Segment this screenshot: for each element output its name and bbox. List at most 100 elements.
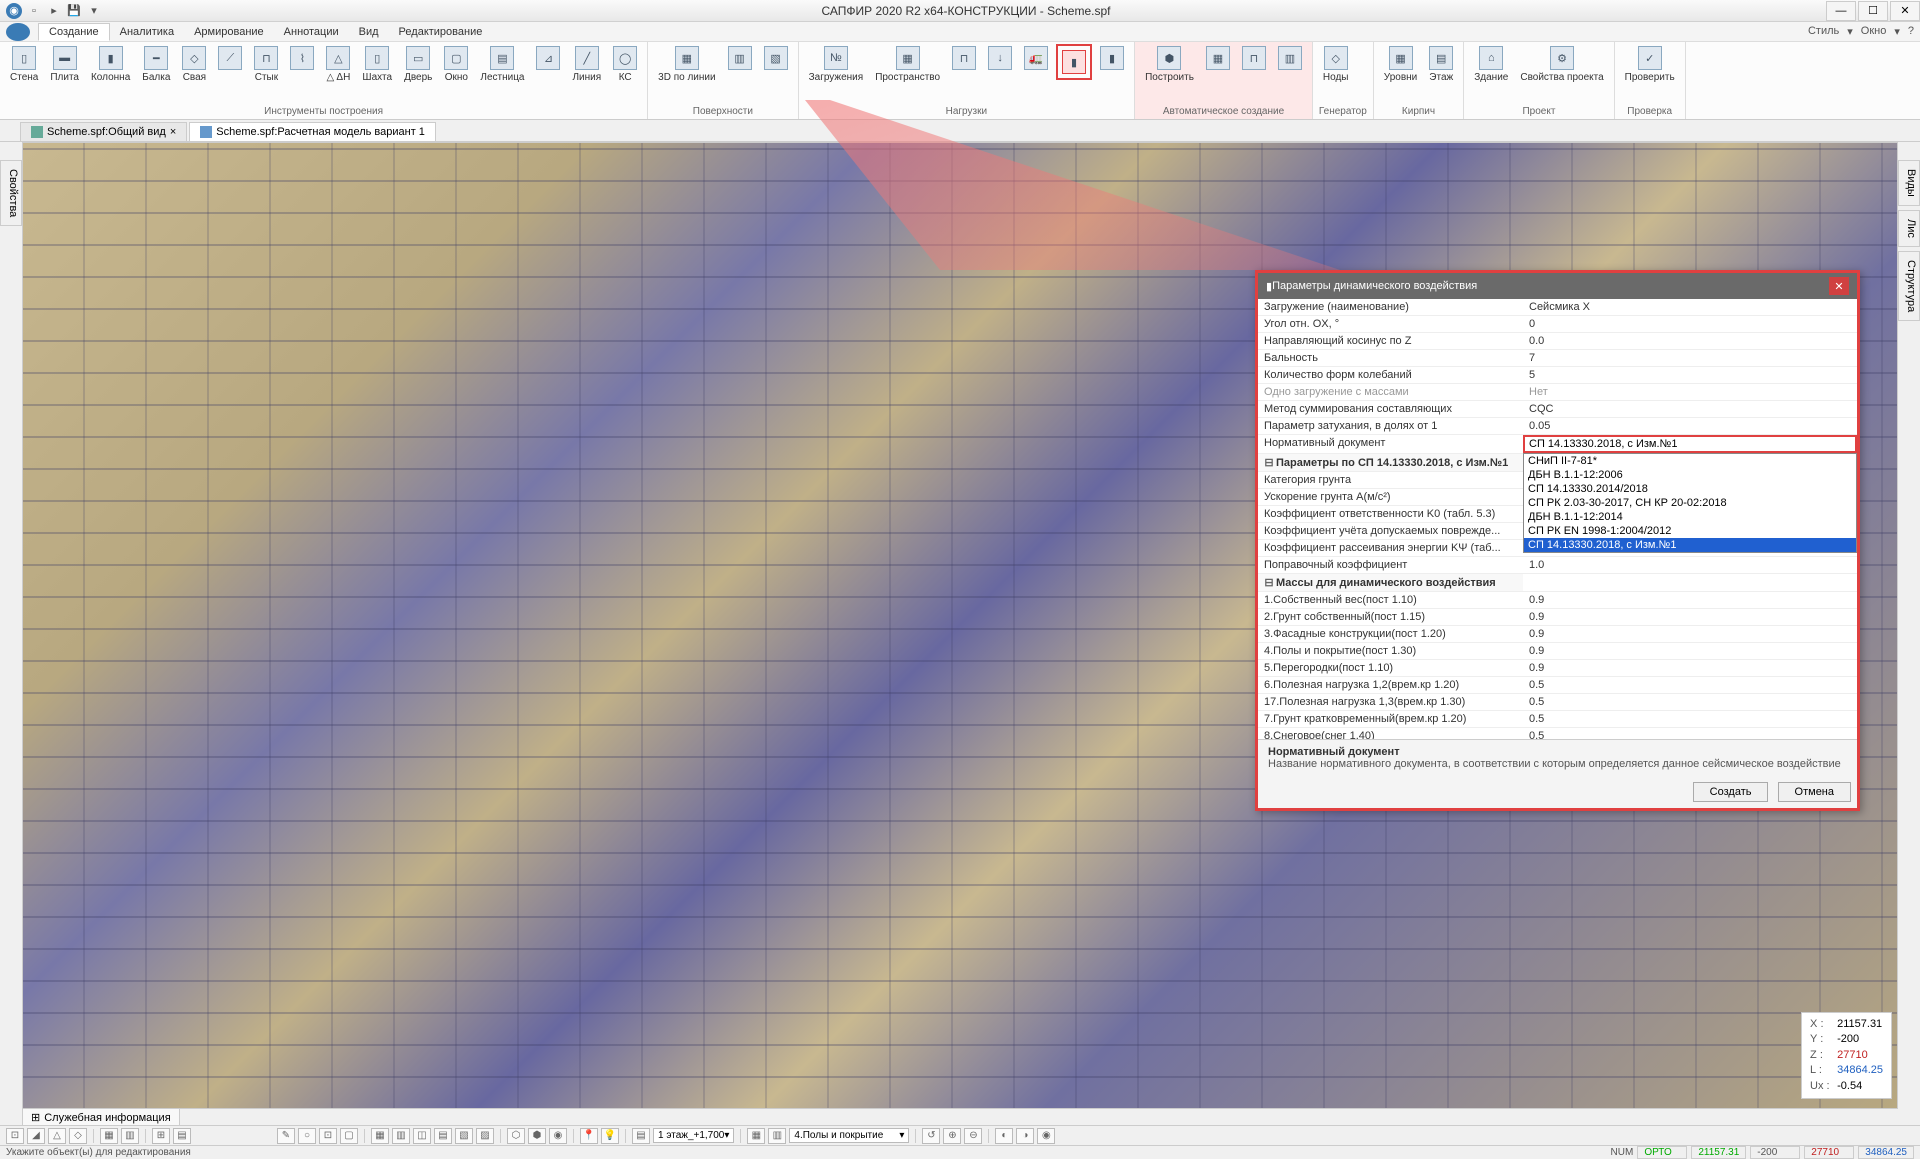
status-orto[interactable]: ОРТО xyxy=(1637,1146,1687,1159)
snap-tool-2[interactable]: ◢ xyxy=(27,1128,45,1144)
loads-no-button[interactable]: №Загружения xyxy=(805,44,868,85)
combo-option[interactable]: ДБН В.1.1-12:2014 xyxy=(1524,510,1856,524)
auto-tool-3[interactable]: ⊓ xyxy=(1238,44,1270,72)
check-button[interactable]: ✓Проверить xyxy=(1621,44,1679,85)
menu-style[interactable]: Стиль xyxy=(1808,25,1839,38)
chevron-down-icon[interactable]: ▾ xyxy=(1894,25,1900,38)
nav-tool-2[interactable]: ⊕ xyxy=(943,1128,961,1144)
build-tool-8[interactable]: △△ ΔН xyxy=(322,44,354,85)
view-tool-3[interactable]: ◫ xyxy=(413,1128,431,1144)
param-value[interactable]: 0.9 xyxy=(1523,643,1857,659)
draw-tool-1[interactable]: ✎ xyxy=(277,1128,295,1144)
view-tool-4[interactable]: ▤ xyxy=(434,1128,452,1144)
create-button[interactable]: Создать xyxy=(1693,782,1769,802)
floor-button[interactable]: ▤Этаж xyxy=(1425,44,1457,85)
nav-tool-3[interactable]: ⊖ xyxy=(964,1128,982,1144)
nav-tool-5[interactable]: ◑ xyxy=(1016,1128,1034,1144)
snap-tool-5[interactable]: ▦ xyxy=(100,1128,118,1144)
build-tool-9[interactable]: ▯Шахта xyxy=(358,44,396,85)
menu-help[interactable]: ? xyxy=(1908,25,1914,38)
doctab-calc-model[interactable]: Scheme.spf:Расчетная модель вариант 1 xyxy=(189,122,436,141)
surf-tool-3[interactable]: ▧ xyxy=(760,44,792,72)
nav-tool-4[interactable]: ◐ xyxy=(995,1128,1013,1144)
side-panel-views[interactable]: Виды xyxy=(1898,160,1920,206)
build-tool-1[interactable]: ▬Плита xyxy=(46,44,83,85)
project-props-button[interactable]: ⚙Свойства проекта xyxy=(1516,44,1607,85)
chevron-down-icon[interactable]: ▾ xyxy=(1847,25,1853,38)
param-value[interactable]: 0.0 xyxy=(1523,333,1857,349)
tab-annotations[interactable]: Аннотации xyxy=(274,24,349,40)
param-value[interactable]: 0.5 xyxy=(1523,677,1857,693)
mode-tool-3[interactable]: ◉ xyxy=(549,1128,567,1144)
marker-tool[interactable]: 📍 xyxy=(580,1128,598,1144)
build-tool-5[interactable]: ⟋ xyxy=(214,44,246,72)
combo-option[interactable]: ДБН В.1.1-12:2006 xyxy=(1524,468,1856,482)
param-value[interactable]: 0.5 xyxy=(1523,711,1857,727)
dialog-titlebar[interactable]: ▮ Параметры динамического воздействия ✕ xyxy=(1258,273,1857,299)
layer-tool-1[interactable]: ▦ xyxy=(747,1128,765,1144)
dialog-close-button[interactable]: ✕ xyxy=(1829,277,1849,295)
build-tool-7[interactable]: ⌇ xyxy=(286,44,318,72)
new-icon[interactable]: ▫ xyxy=(26,3,42,19)
side-panel-sheets[interactable]: Лис xyxy=(1898,210,1920,247)
build-tool-0[interactable]: ▯Стена xyxy=(6,44,42,85)
param-value[interactable]: 1.0 xyxy=(1523,557,1857,573)
nav-tool-1[interactable]: ↺ xyxy=(922,1128,940,1144)
param-value[interactable]: CQC xyxy=(1523,401,1857,417)
build-tool-14[interactable]: ╱Линия xyxy=(568,44,605,85)
build-tool-4[interactable]: ◇Свая xyxy=(178,44,210,85)
param-value[interactable]: 0.9 xyxy=(1523,592,1857,608)
view-tool-6[interactable]: ▨ xyxy=(476,1128,494,1144)
light-tool[interactable]: 💡 xyxy=(601,1128,619,1144)
param-value[interactable]: 0.5 xyxy=(1523,728,1857,739)
seismic-button[interactable]: ▮ xyxy=(1056,44,1092,80)
param-value[interactable]: Сейсмика X xyxy=(1523,299,1857,315)
floor-nav-icon[interactable]: ▤ xyxy=(632,1128,650,1144)
mode-tool-1[interactable]: ⬡ xyxy=(507,1128,525,1144)
combo-option[interactable]: СП РК EN 1998-1:2004/2012 xyxy=(1524,524,1856,538)
snap-tool-3[interactable]: △ xyxy=(48,1128,66,1144)
param-value[interactable]: 0.9 xyxy=(1523,660,1857,676)
param-value[interactable]: 0.5 xyxy=(1523,694,1857,710)
loads-tool-4[interactable]: ↓ xyxy=(984,44,1016,72)
tab-reinforce[interactable]: Армирование xyxy=(184,24,274,40)
maximize-button[interactable]: ☐ xyxy=(1858,1,1888,21)
side-panel-properties[interactable]: Свойства xyxy=(0,160,22,226)
build-tool-2[interactable]: ▮Колонна xyxy=(87,44,134,85)
build-tool-3[interactable]: ━Балка xyxy=(138,44,174,85)
build-tool-12[interactable]: ▤Лестница xyxy=(476,44,528,85)
build-tool-6[interactable]: ⊓Стык xyxy=(250,44,282,85)
tab-close-icon[interactable]: × xyxy=(170,126,176,138)
view-tool-2[interactable]: ▥ xyxy=(392,1128,410,1144)
building-button[interactable]: ⌂Здание xyxy=(1470,44,1512,85)
nodes-button[interactable]: ◇Ноды xyxy=(1319,44,1353,85)
3d-line-button[interactable]: ▦3D по линии xyxy=(654,44,719,85)
combo-option[interactable]: СП 14.13330.2018, с Изм.№1 xyxy=(1524,538,1856,552)
save-icon[interactable]: 💾 xyxy=(66,3,82,19)
combo-option[interactable]: СП 14.13330.2014/2018 xyxy=(1524,482,1856,496)
tab-create[interactable]: Создание xyxy=(38,23,110,41)
combo-option[interactable]: СП РК 2.03-30-2017, СН КР 20-02:2018 xyxy=(1524,496,1856,510)
view-tool-5[interactable]: ▧ xyxy=(455,1128,473,1144)
build-tool-15[interactable]: ◯КС xyxy=(609,44,641,85)
snap-tool-6[interactable]: ▥ xyxy=(121,1128,139,1144)
build-tool-10[interactable]: ▭Дверь xyxy=(400,44,436,85)
expand-icon[interactable]: ⊞ xyxy=(31,1111,40,1124)
norm-doc-combo[interactable]: СП 14.13330.2018, с Изм.№1СНиП II-7-81*Д… xyxy=(1523,435,1857,453)
levels-button[interactable]: ▦Уровни xyxy=(1380,44,1421,85)
param-value[interactable]: 0.9 xyxy=(1523,609,1857,625)
draw-tool-3[interactable]: ⊡ xyxy=(319,1128,337,1144)
snap-tool-1[interactable]: ⊡ xyxy=(6,1128,24,1144)
layer-combo[interactable]: 4.Полы и покрытие▾ xyxy=(789,1128,909,1143)
loads-vehicle[interactable]: 🚛 xyxy=(1020,44,1052,72)
doctab-general-view[interactable]: Scheme.spf:Общий вид × xyxy=(20,122,187,141)
cancel-button[interactable]: Отмена xyxy=(1778,782,1851,802)
build-tool-13[interactable]: ⊿ xyxy=(532,44,564,72)
loads-space-button[interactable]: ▦Пространство xyxy=(871,44,944,85)
nav-tool-6[interactable]: ◉ xyxy=(1037,1128,1055,1144)
draw-tool-4[interactable]: ▢ xyxy=(340,1128,358,1144)
param-value[interactable]: 0.05 xyxy=(1523,418,1857,434)
snap-tool-4[interactable]: ◇ xyxy=(69,1128,87,1144)
param-value[interactable]: 0.9 xyxy=(1523,626,1857,642)
mode-tool-2[interactable]: ⬢ xyxy=(528,1128,546,1144)
